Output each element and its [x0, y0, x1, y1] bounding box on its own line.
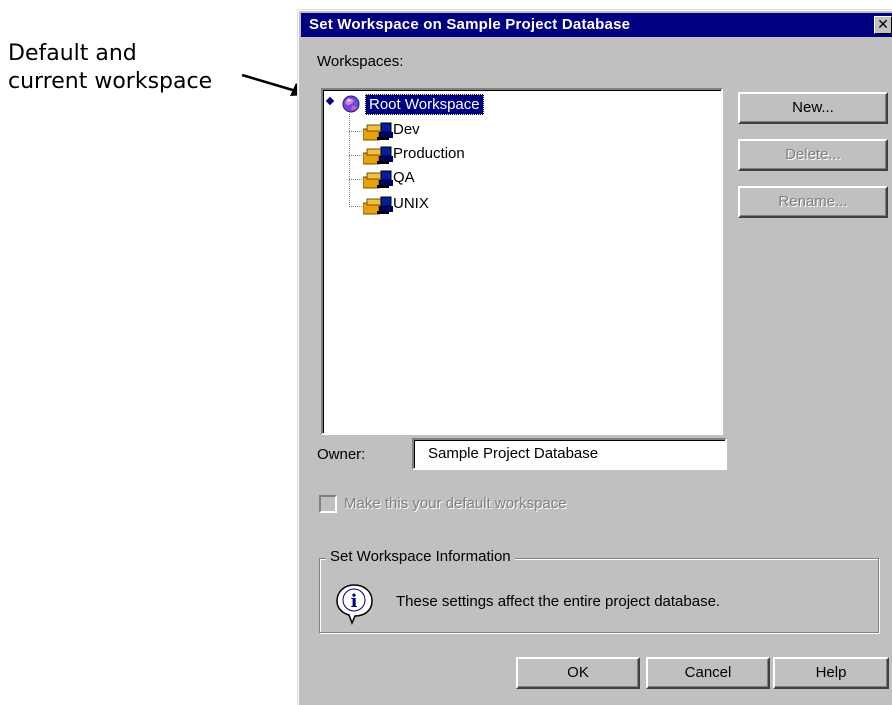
help-button[interactable]: Help: [773, 657, 889, 689]
set-workspace-dialog: Set Workspace on Sample Project Database…: [297, 9, 892, 705]
workspace-label: Production: [393, 145, 465, 162]
callout-line-1: Default and: [8, 41, 137, 66]
dialog-title: Set Workspace on Sample Project Database: [309, 16, 631, 33]
title-bar: Set Workspace on Sample Project Database…: [301, 13, 892, 37]
rename-button[interactable]: Rename...: [738, 186, 888, 218]
group-title: Set Workspace Information: [326, 548, 515, 565]
close-icon: ✕: [877, 16, 889, 32]
workspace-icon: [363, 146, 393, 165]
workspace-label: QA: [393, 169, 415, 186]
info-icon: i: [336, 584, 373, 625]
callout-line-2: current workspace: [8, 69, 213, 94]
owner-label: Owner:: [317, 446, 366, 463]
default-workspace-checkbox[interactable]: [319, 495, 337, 513]
workspace-icon: [363, 122, 393, 141]
ok-button[interactable]: OK: [516, 657, 640, 689]
owner-field[interactable]: Sample Project Database: [412, 438, 727, 470]
delete-button[interactable]: Delete...: [738, 139, 888, 171]
cancel-button[interactable]: Cancel: [646, 657, 770, 689]
set-workspace-information-group: Set Workspace Information i These settin…: [319, 548, 879, 633]
globe-icon: [342, 95, 360, 113]
workspace-icon: [363, 170, 393, 189]
workspace-tree[interactable]: Root Workspace Dev Production QA UNIX: [321, 88, 723, 435]
new-button[interactable]: New...: [738, 92, 888, 124]
workspaces-label: Workspaces:: [317, 53, 404, 70]
close-button[interactable]: ✕: [874, 16, 892, 34]
info-message: These settings affect the entire project…: [396, 593, 721, 610]
default-workspace-checkbox-label: Make this your default workspace: [344, 495, 567, 512]
callout-annotation: Default and current workspace: [8, 40, 212, 96]
workspace-label: UNIX: [393, 195, 429, 212]
svg-text:i: i: [351, 591, 358, 612]
root-workspace-label: Root Workspace: [365, 94, 484, 115]
workspace-icon: [363, 196, 393, 215]
workspace-label: Dev: [393, 121, 420, 138]
